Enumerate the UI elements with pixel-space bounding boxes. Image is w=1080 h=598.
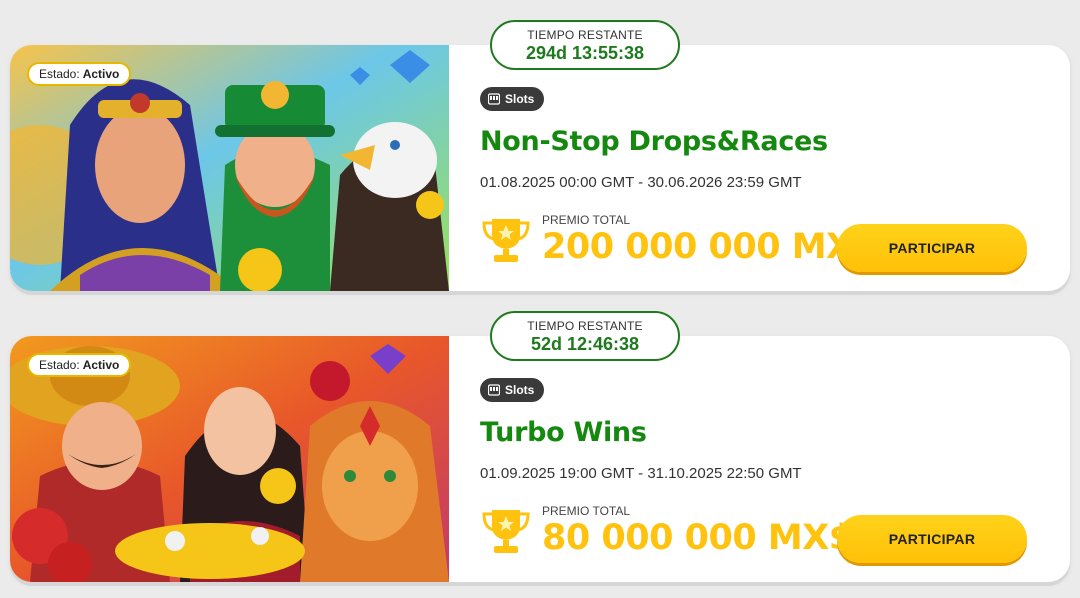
tournament-title[interactable]: Turbo Wins	[480, 417, 647, 448]
category-tag: Slots	[480, 378, 545, 402]
time-remaining-label: TIEMPO RESTANTE	[527, 28, 643, 42]
category-label: Slots	[505, 383, 535, 397]
tournament-banner-image[interactable]: Estado: Activo	[10, 336, 449, 582]
status-badge: Estado: Activo	[27, 353, 132, 377]
tournament-dates: 01.09.2025 19:00 GMT - 31.10.2025 22:50 …	[480, 465, 802, 482]
slot-machine-icon	[488, 93, 500, 105]
time-remaining-badge: TIEMPO RESTANTE 294d 13:55:38	[490, 20, 680, 70]
total-prize-label: PREMIO TOTAL	[542, 213, 631, 227]
participate-button[interactable]: PARTICIPAR	[837, 224, 1027, 272]
time-remaining-value: 294d 13:55:38	[525, 43, 645, 63]
status-value: Activo	[82, 67, 120, 81]
time-remaining-label: TIEMPO RESTANTE	[527, 319, 643, 333]
trophy-icon	[482, 219, 530, 262]
total-prize-value: 80 000 000 MX$	[542, 518, 853, 558]
slot-machine-icon	[488, 384, 500, 396]
status-label: Estado:	[39, 67, 80, 81]
tournament-title[interactable]: Non-Stop Drops&Races	[480, 126, 828, 157]
time-remaining-value: 52d 12:46:38	[530, 334, 640, 354]
tournament-banner-image[interactable]: Estado: Activo	[10, 45, 449, 291]
trophy-icon	[482, 510, 530, 553]
status-value: Activo	[82, 358, 120, 372]
tournament-dates: 01.08.2025 00:00 GMT - 30.06.2026 23:59 …	[480, 174, 802, 191]
status-label: Estado:	[39, 358, 80, 372]
category-tag: Slots	[480, 87, 545, 111]
category-label: Slots	[505, 92, 535, 106]
total-prize-value: 200 000 000 MX$	[542, 227, 877, 267]
time-remaining-badge: TIEMPO RESTANTE 52d 12:46:38	[490, 311, 680, 361]
total-prize-label: PREMIO TOTAL	[542, 504, 631, 518]
participate-button[interactable]: PARTICIPAR	[837, 515, 1027, 563]
status-badge: Estado: Activo	[27, 62, 132, 86]
